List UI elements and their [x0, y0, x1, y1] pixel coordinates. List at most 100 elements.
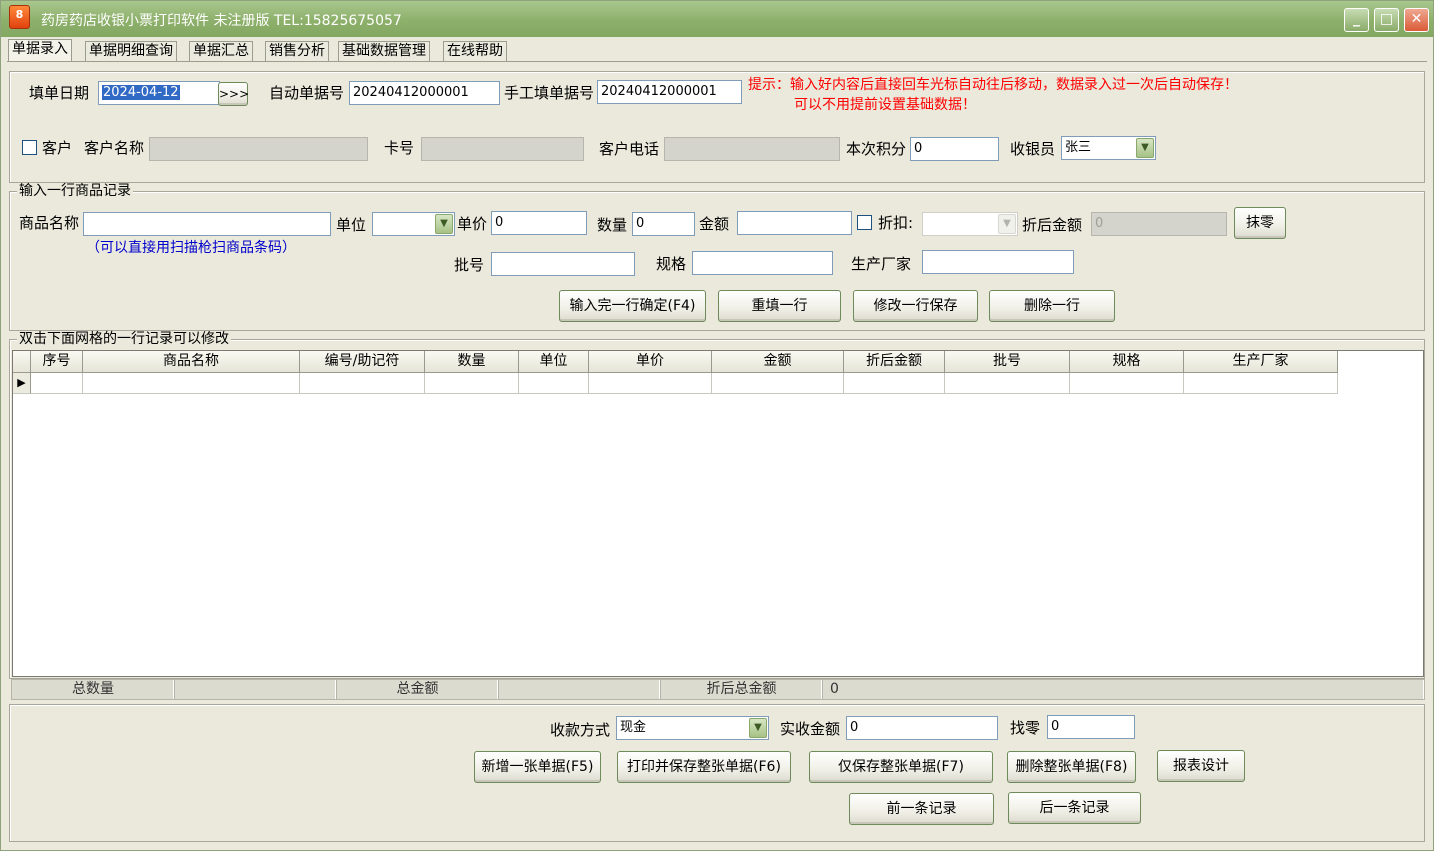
cashier-value: 张三 — [1065, 140, 1092, 155]
grid-cell[interactable] — [1184, 373, 1338, 394]
scan-hint: （可以直接用扫描枪扫商品条码） — [86, 240, 296, 256]
dropdown-arrow-icon[interactable]: ▼ — [749, 718, 767, 738]
customer-name-label: 客户名称 — [84, 139, 145, 157]
batch-field[interactable] — [491, 252, 635, 276]
delete-bill-button[interactable]: 删除整张单据(F8) — [1007, 751, 1136, 783]
payment-method-select[interactable]: 现金 ▼ — [616, 716, 769, 740]
tip-line-2: 可以不用提前设置基础数据！ — [794, 97, 976, 113]
window-title: 药房药店收银小票打印软件 未注册版 TEL:15825675057 — [41, 13, 402, 29]
discount-total-value: 0 — [823, 680, 1424, 699]
after-discount-label: 折后金额 — [1022, 216, 1083, 234]
manual-bill-no-field[interactable]: 20240412000001 — [597, 80, 742, 104]
cashier-label: 收银员 — [1010, 140, 1056, 158]
save-bill-button[interactable]: 仅保存整张单据(F7) — [809, 751, 993, 783]
tab-bill-summary[interactable]: 单据汇总 — [189, 41, 253, 61]
cashier-select[interactable]: 张三 ▼ — [1061, 136, 1156, 160]
grid-cell[interactable] — [519, 373, 589, 394]
discount-select[interactable]: ▼ — [922, 212, 1018, 236]
manual-bill-no-label: 手工填单据号 — [504, 84, 595, 102]
date-value: 2024-04-12 — [102, 85, 180, 100]
total-amount-value — [499, 680, 661, 699]
discount-checkbox[interactable] — [857, 215, 872, 230]
col-header-item-name[interactable]: 商品名称 — [83, 351, 300, 373]
col-header-after-discount[interactable]: 折后金额 — [844, 351, 945, 373]
tab-sales-analysis[interactable]: 销售分析 — [265, 41, 329, 61]
row-pointer-icon[interactable]: ▶ — [13, 373, 31, 394]
spec-field[interactable] — [692, 251, 833, 275]
maximize-button[interactable]: □ — [1374, 8, 1399, 32]
tip-line-1: 提示：输入好内容后直接回车光标自动往后移动，数据录入过一次后自动保存！ — [748, 77, 1238, 93]
price-field[interactable]: 0 — [491, 211, 587, 235]
col-header-unit[interactable]: 单位 — [519, 351, 589, 373]
print-save-bill-button[interactable]: 打印并保存整张单据(F6) — [617, 751, 791, 783]
maker-field[interactable] — [922, 250, 1074, 274]
confirm-row-button[interactable]: 输入完一行确定(F4) — [559, 290, 706, 322]
discount-label: 折扣: — [878, 214, 914, 232]
close-button[interactable]: ✕ — [1404, 8, 1429, 32]
grid-cell[interactable] — [712, 373, 844, 394]
customer-checkbox[interactable] — [22, 140, 37, 155]
totals-bar: 总数量 总金额 折后总金额 0 — [11, 679, 1425, 700]
unit-label: 单位 — [336, 216, 367, 234]
grid-legend: 双击下面网格的一行记录可以修改 — [17, 331, 231, 347]
round-off-button[interactable]: 抹零 — [1234, 207, 1286, 239]
grid-cell[interactable] — [589, 373, 712, 394]
col-header-amount[interactable]: 金额 — [712, 351, 844, 373]
col-header-code[interactable]: 编号/助记符 — [300, 351, 425, 373]
app-icon: 8 — [9, 5, 30, 29]
calendar-button[interactable]: >>> — [218, 82, 249, 106]
next-record-button[interactable]: 后一条记录 — [1008, 792, 1141, 824]
customer-name-field[interactable] — [149, 137, 368, 161]
prev-record-button[interactable]: 前一条记录 — [849, 793, 994, 825]
after-discount-field[interactable]: 0 — [1091, 212, 1227, 236]
date-label: 填单日期 — [29, 84, 90, 102]
auto-bill-no-field[interactable]: 20240412000001 — [349, 81, 500, 105]
grid-cell[interactable] — [945, 373, 1070, 394]
date-field[interactable]: 2024-04-12 — [98, 81, 220, 105]
tab-online-help[interactable]: 在线帮助 — [443, 41, 507, 61]
points-field[interactable]: 0 — [910, 137, 999, 161]
save-row-edit-button[interactable]: 修改一行保存 — [853, 290, 978, 322]
reset-row-button[interactable]: 重填一行 — [718, 290, 841, 322]
points-label: 本次积分 — [846, 140, 907, 158]
col-header-batch[interactable]: 批号 — [945, 351, 1070, 373]
grid-cell[interactable] — [31, 373, 83, 394]
dropdown-arrow-icon[interactable]: ▼ — [1136, 138, 1154, 158]
grid-corner-header — [13, 351, 31, 373]
report-design-button[interactable]: 报表设计 — [1157, 750, 1245, 782]
received-amount-label: 实收金额 — [780, 720, 841, 738]
unit-select[interactable]: ▼ — [372, 212, 455, 236]
item-name-field[interactable] — [83, 212, 331, 236]
col-header-maker[interactable]: 生产厂家 — [1184, 351, 1338, 373]
grid-cell[interactable] — [83, 373, 300, 394]
card-no-field[interactable] — [421, 137, 584, 161]
customer-phone-field[interactable] — [664, 137, 840, 161]
dropdown-arrow-icon[interactable]: ▼ — [435, 214, 453, 234]
amount-field[interactable] — [737, 211, 852, 235]
tab-bill-detail-query[interactable]: 单据明细查询 — [85, 41, 177, 61]
minimize-button[interactable]: _ — [1344, 8, 1369, 32]
delete-row-button[interactable]: 删除一行 — [989, 290, 1115, 322]
grid-cell[interactable] — [300, 373, 425, 394]
grid-cell[interactable] — [425, 373, 519, 394]
col-header-spec[interactable]: 规格 — [1070, 351, 1184, 373]
received-amount-field[interactable]: 0 — [846, 716, 998, 740]
qty-field[interactable]: 0 — [632, 212, 695, 236]
col-header-seq[interactable]: 序号 — [31, 351, 83, 373]
total-amount-label: 总金额 — [337, 680, 499, 699]
col-header-price[interactable]: 单价 — [589, 351, 712, 373]
grid-cell[interactable] — [1070, 373, 1184, 394]
new-bill-button[interactable]: 新增一张单据(F5) — [474, 751, 601, 783]
item-name-label: 商品名称 — [19, 214, 80, 232]
col-header-qty[interactable]: 数量 — [425, 351, 519, 373]
grid-cell[interactable] — [844, 373, 945, 394]
auto-bill-no-label: 自动单据号 — [269, 84, 345, 102]
tab-bill-entry[interactable]: 单据录入 — [8, 39, 72, 62]
dropdown-arrow-icon[interactable]: ▼ — [998, 214, 1016, 234]
tab-base-data[interactable]: 基础数据管理 — [338, 41, 430, 61]
change-field[interactable]: 0 — [1047, 715, 1135, 739]
batch-label: 批号 — [454, 256, 485, 274]
title-bar[interactable]: 8 药房药店收银小票打印软件 未注册版 TEL:15825675057 _ □ … — [1, 1, 1433, 37]
item-grid[interactable]: 序号 商品名称 编号/助记符 数量 单位 单价 金额 折后金额 批号 规格 生产… — [12, 350, 1424, 677]
qty-label: 数量 — [597, 216, 628, 234]
